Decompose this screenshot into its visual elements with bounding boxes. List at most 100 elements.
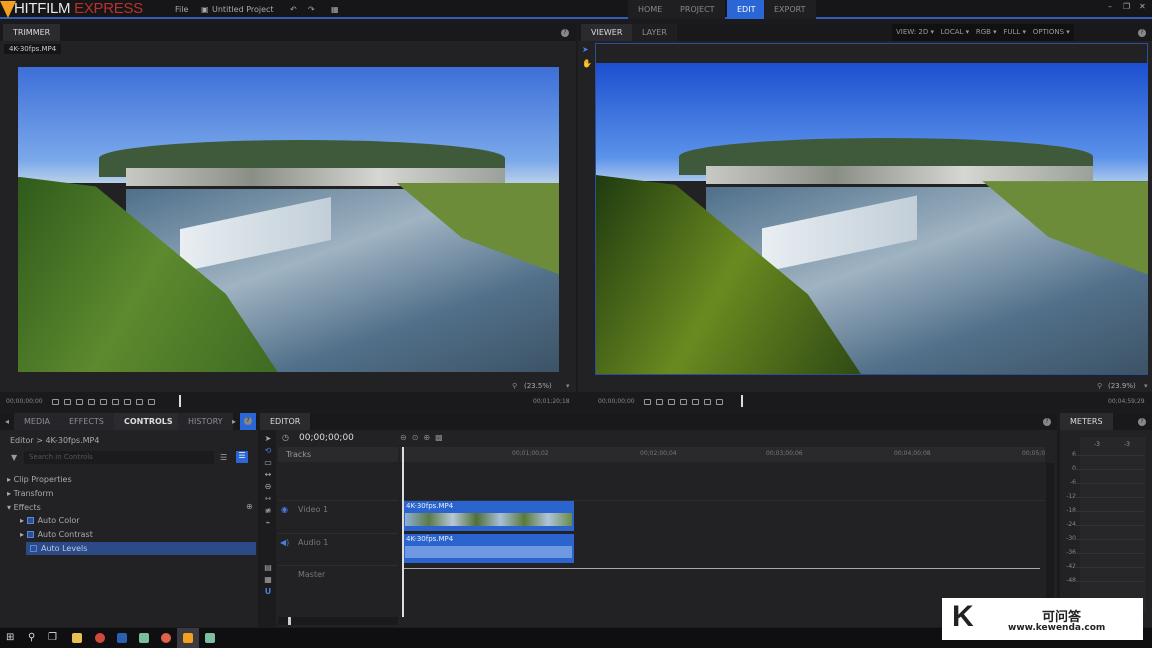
file-explorer-icon[interactable] [72, 633, 82, 643]
track-header-master[interactable]: Master [278, 565, 398, 593]
ripple-tool-icon[interactable]: ⟲ [260, 446, 276, 455]
redo-icon[interactable]: ↷ [308, 5, 315, 14]
viewer-preview[interactable] [596, 63, 1148, 374]
zoom-slider[interactable] [278, 617, 398, 625]
list-view-icon[interactable]: ☰ [220, 453, 227, 462]
vertical-scrollbar[interactable] [1046, 463, 1054, 613]
browser-icon[interactable] [161, 633, 171, 643]
search-icon[interactable]: ⚲ [28, 632, 35, 643]
project-name[interactable]: Untitled Project [212, 5, 274, 14]
detail-view-icon[interactable]: ☰ [236, 451, 248, 463]
timeline-playhead[interactable] [402, 447, 404, 617]
restore-icon[interactable]: ❐ [1123, 2, 1130, 11]
help-icon[interactable]: ? [561, 29, 569, 37]
transport-controls[interactable] [52, 398, 160, 407]
effect-auto-levels[interactable]: Auto Levels [26, 542, 256, 555]
chevron-down-icon[interactable]: ▾ [566, 382, 570, 390]
timecode[interactable]: 00;00;00;00 [299, 433, 354, 443]
film-icon[interactable]: ▤ [260, 563, 276, 572]
view-dropdown[interactable]: VIEW: 2D ▾ [896, 28, 934, 36]
select-tool-icon[interactable]: ➤ [582, 45, 589, 54]
tab-edit[interactable]: EDIT [727, 0, 766, 19]
tab-meters[interactable]: METERS [1060, 413, 1113, 430]
file-menu[interactable]: File [175, 5, 188, 14]
tab-history[interactable]: HISTORY [178, 413, 233, 430]
hitfilm-taskbar-button[interactable] [177, 628, 199, 648]
slice-tool-icon[interactable]: ≢ [260, 506, 276, 515]
help-icon[interactable]: ? [1138, 418, 1146, 426]
help-icon[interactable]: ? [244, 417, 252, 425]
viewer-zoom[interactable]: (23.9%) [1108, 382, 1136, 390]
task-view-icon[interactable]: ❐ [48, 632, 57, 643]
chrome-icon[interactable] [95, 633, 105, 643]
slide-tool-icon[interactable]: ⊖ [260, 482, 276, 491]
eye-icon[interactable]: ◉ [281, 505, 288, 514]
zoom-controls[interactable]: ⊖⊙⊕▩ [400, 433, 448, 442]
app-icon[interactable] [205, 633, 215, 643]
meter-scale-label: -24 [1066, 521, 1076, 528]
trimmer-preview[interactable] [18, 67, 559, 372]
tab-project[interactable]: PROJECT [670, 0, 725, 19]
tab-viewer[interactable]: VIEWER [581, 24, 633, 41]
clip-tab[interactable]: 4K-30fps.MP4 [4, 44, 62, 54]
minimize-icon[interactable]: – [1108, 2, 1112, 11]
effect-auto-color[interactable]: ▸ Auto Color [0, 516, 258, 525]
track-header-video[interactable]: ◉ Video 1 [278, 500, 398, 533]
rate-tool-icon[interactable]: ⇿ [260, 494, 276, 503]
windows-start-icon[interactable]: ⊞ [6, 632, 14, 643]
snap-magnet-icon[interactable]: U [260, 587, 276, 596]
checkbox[interactable] [26, 531, 34, 538]
speaker-icon[interactable]: ◀) [280, 538, 289, 547]
options-dropdown[interactable]: OPTIONS ▾ [1033, 28, 1070, 36]
search-input[interactable]: Search in Controls [24, 451, 214, 464]
razor-tool-icon[interactable]: ⌁ [260, 518, 276, 527]
meter-gridline [1074, 469, 1144, 470]
add-effect-icon[interactable]: ⊕ [246, 502, 253, 511]
checkbox[interactable] [30, 545, 37, 552]
scroll-right-icon[interactable]: ▸ [232, 417, 236, 426]
undo-icon[interactable]: ↶ [290, 5, 297, 14]
tree-effects[interactable]: ▾ Effects [0, 503, 258, 512]
tab-export[interactable]: EXPORT [764, 0, 816, 19]
hand-tool-icon[interactable]: ✋ [582, 59, 592, 68]
save-icon[interactable]: ▣ [201, 5, 209, 14]
tab-effects[interactable]: EFFECTS [59, 413, 114, 430]
audio-clip[interactable]: 4K-30fps.MP4 [403, 534, 574, 563]
tab-media[interactable]: MEDIA [14, 413, 60, 430]
close-icon[interactable]: ✕ [1139, 2, 1146, 11]
select-tool-icon[interactable]: ➤ [260, 434, 276, 443]
trimmer-zoom[interactable]: (23.5%) [524, 382, 552, 390]
clip-thumbnails [405, 513, 572, 526]
video-clip[interactable]: 4K-30fps.MP4 [403, 501, 574, 531]
track-header-audio[interactable]: ◀) Audio 1 [278, 533, 398, 565]
checkbox[interactable] [26, 517, 34, 524]
tab-home[interactable]: HOME [628, 0, 673, 19]
roll-tool-icon[interactable]: ▭ [260, 458, 276, 467]
zoom-icon[interactable]: ⚲ [1097, 382, 1102, 390]
slip-tool-icon[interactable]: ↔ [260, 470, 276, 479]
zoom-icon[interactable]: ⚲ [512, 382, 517, 390]
help-icon[interactable]: ? [1043, 418, 1051, 426]
tree-clip-properties[interactable]: ▸ Clip Properties [0, 475, 258, 484]
tree-transform[interactable]: ▸ Transform [0, 489, 258, 498]
quality-dropdown[interactable]: FULL ▾ [1003, 28, 1026, 36]
playhead[interactable] [741, 395, 743, 407]
transport-controls[interactable] [644, 398, 728, 407]
scroll-left-icon[interactable]: ◂ [5, 417, 9, 426]
word-icon[interactable] [117, 633, 127, 643]
local-dropdown[interactable]: LOCAL ▾ [941, 28, 970, 36]
grid-icon[interactable]: ▦ [331, 5, 339, 14]
tab-trimmer[interactable]: TRIMMER [3, 24, 61, 41]
chevron-down-icon[interactable]: ▾ [1144, 382, 1148, 390]
tab-controls[interactable]: CONTROLS [114, 413, 183, 430]
help-icon[interactable]: ? [1138, 29, 1146, 37]
tab-layer[interactable]: LAYER [632, 24, 677, 41]
playhead[interactable] [179, 395, 181, 407]
storyboard-icon[interactable]: ▦ [260, 575, 276, 584]
rgb-dropdown[interactable]: RGB ▾ [976, 28, 997, 36]
effect-auto-contrast[interactable]: ▸ Auto Contrast [0, 530, 258, 539]
time-ruler[interactable]: 00;01;00;02 00;02;00;04 00;03;00;06 00;0… [400, 447, 1045, 462]
tab-editor[interactable]: EDITOR [260, 413, 311, 430]
photos-icon[interactable] [139, 633, 149, 643]
filter-icon[interactable]: ▼ [11, 453, 17, 462]
